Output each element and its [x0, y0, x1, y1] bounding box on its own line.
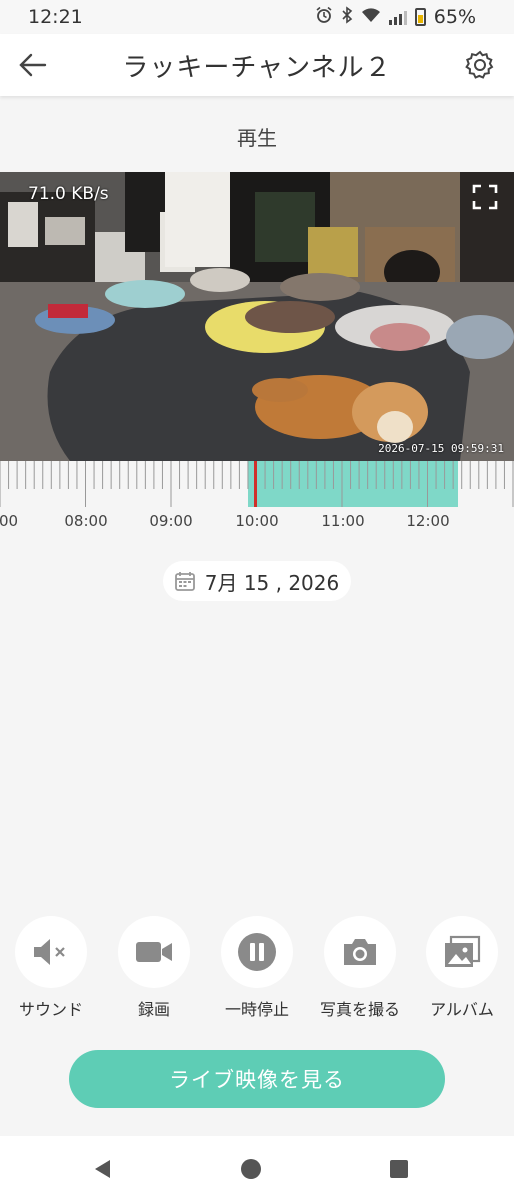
snapshot-label: 写真を撮る	[319, 1000, 400, 1019]
page-title: ラッキーチャンネル２	[122, 52, 392, 83]
album-icon	[445, 935, 481, 967]
pause-label: 一時停止	[224, 1000, 289, 1019]
section-label: 再生	[237, 126, 277, 150]
system-nav-bar	[0, 1136, 514, 1200]
recents-square-icon	[390, 1160, 408, 1178]
record-button[interactable]: 録画	[99, 916, 209, 1020]
playhead-marker[interactable]	[254, 461, 257, 507]
timeline-ticks[interactable]	[0, 461, 514, 507]
bitrate-label: 71.0 KB/s	[28, 184, 109, 204]
timeline-label: :00	[0, 512, 19, 530]
date-selector[interactable]: 7月 15 , 2026	[163, 561, 351, 601]
video-timestamp: 2026-07-15 09:59:31	[378, 442, 504, 455]
camera-icon	[344, 939, 376, 965]
signal-icon	[388, 9, 407, 25]
record-button-circle	[118, 916, 190, 988]
nav-back-button[interactable]	[92, 1158, 114, 1180]
battery-icon	[414, 8, 426, 26]
alarm-icon	[315, 6, 333, 28]
wifi-icon	[361, 7, 381, 27]
playback-timeline[interactable]: :00 08:00 09:00 10:00 11:00 12:00	[0, 461, 514, 533]
album-label: アルバム	[430, 1000, 494, 1019]
video-camera-icon	[136, 942, 172, 962]
recorded-segment	[248, 461, 458, 507]
home-circle-icon	[241, 1159, 261, 1179]
pause-icon	[238, 933, 276, 971]
battery-percent: 65%	[433, 6, 476, 28]
snapshot-button-circle	[324, 916, 396, 988]
settings-button[interactable]	[462, 47, 498, 83]
record-label: 録画	[137, 1000, 170, 1019]
date-text: 7月 15 , 2026	[204, 570, 340, 595]
pause-button[interactable]: 一時停止	[202, 916, 312, 1020]
timeline-label: 08:00	[64, 512, 108, 530]
status-icons: 65%	[315, 6, 476, 28]
nav-home-button[interactable]	[240, 1158, 262, 1180]
status-bar: 12:21 65%	[0, 0, 514, 34]
nav-recents-button[interactable]	[388, 1158, 410, 1180]
back-triangle-icon	[95, 1160, 110, 1178]
status-time: 12:21	[28, 6, 83, 28]
video-player[interactable]: 71.0 KB/s 2026-07-15 09:59:31	[0, 172, 514, 461]
app-header: ラッキーチャンネル２	[0, 34, 514, 96]
sound-label: サウンド	[18, 1000, 83, 1019]
timeline-label: 09:00	[149, 512, 193, 530]
timeline-label: 12:00	[406, 512, 450, 530]
album-button-circle	[426, 916, 498, 988]
pause-button-circle	[221, 916, 293, 988]
timeline-label: 11:00	[321, 512, 365, 530]
snapshot-button[interactable]: 写真を撮る	[305, 916, 415, 1020]
timeline-label: 10:00	[235, 512, 279, 530]
sound-button-circle	[15, 916, 87, 988]
fullscreen-button[interactable]	[470, 182, 500, 212]
calendar-icon	[174, 572, 195, 591]
album-button[interactable]: アルバム	[407, 916, 514, 1020]
arrow-left-icon	[19, 53, 47, 77]
gear-icon	[465, 50, 494, 79]
fullscreen-icon	[472, 184, 498, 210]
camera-feed-image	[0, 172, 514, 461]
back-button[interactable]	[16, 48, 50, 82]
sound-button[interactable]: サウンド	[0, 916, 106, 1020]
sound-muted-icon	[34, 939, 65, 965]
watch-live-button[interactable]: ライブ映像を見る	[69, 1050, 445, 1108]
bluetooth-icon	[341, 6, 353, 28]
playback-controls: サウンド 録画 一時停止 写真を撮る アルバム	[0, 916, 514, 1026]
